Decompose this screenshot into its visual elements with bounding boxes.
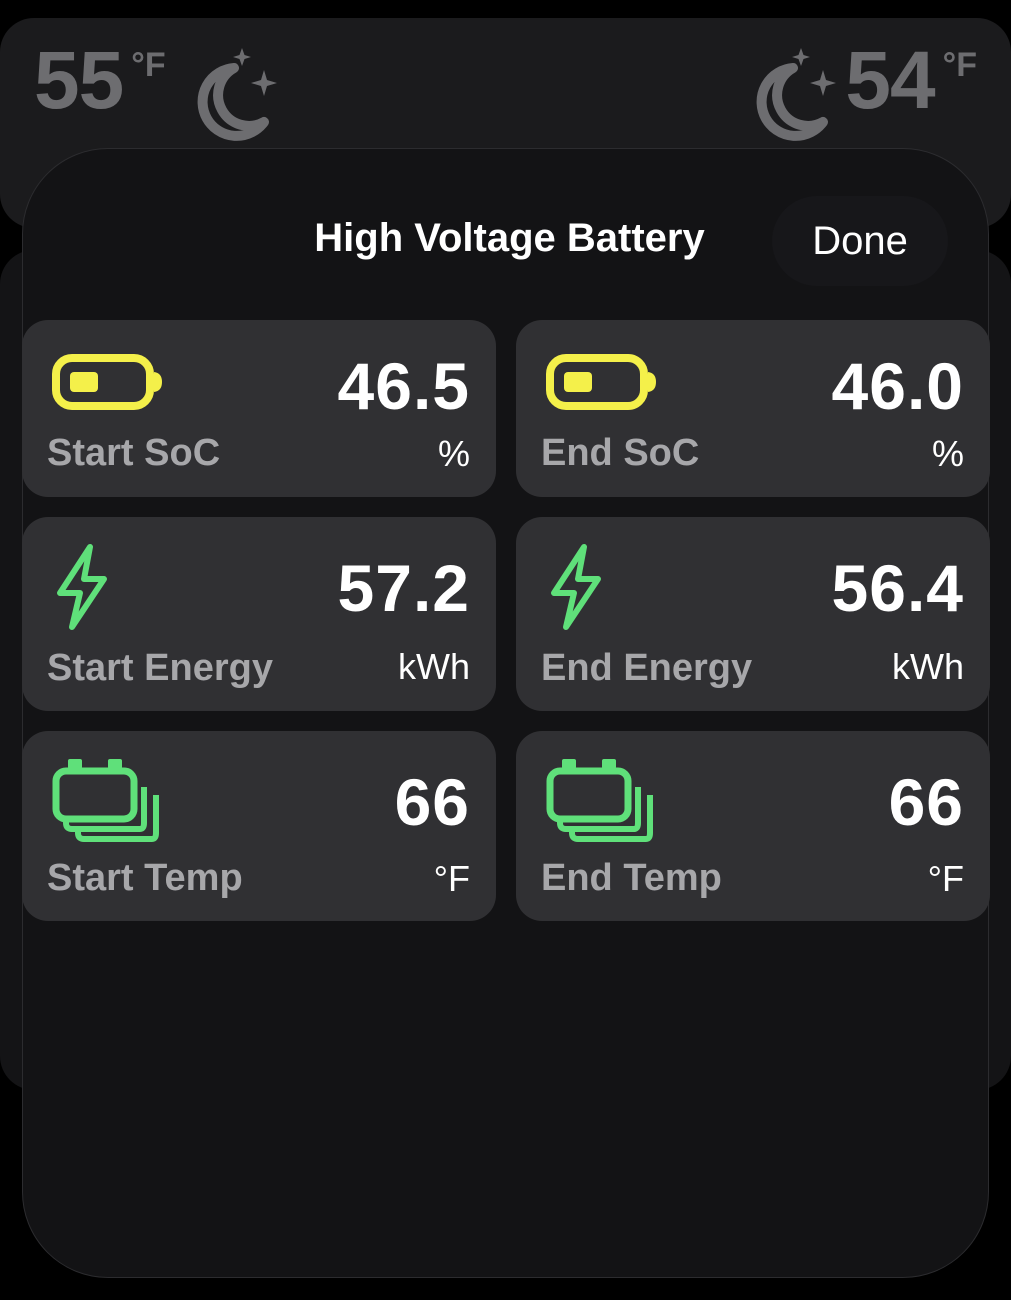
moon-stars-icon [756,48,837,141]
end-soc-tile: 46.0 End SoC % [516,320,990,497]
tile-label: End SoC [541,432,700,474]
tile-value: 46.5 [337,349,470,423]
tile-label: End Temp [541,857,722,899]
start-energy-tile: 57.2 Start Energy kWh [22,517,496,711]
bolt-icon [551,544,601,630]
tile-unit: °F [927,858,964,899]
tile-unit: kWh [398,646,470,687]
start-soc-tile: 46.5 Start SoC % [22,320,496,497]
tile-value: 57.2 [337,551,470,625]
end-temp-tile: 66 End Temp °F [516,731,990,921]
battery-icon [546,354,656,410]
start-temp-tile: 66 Start Temp °F [22,731,496,921]
tile-label: Start SoC [47,432,221,474]
moon-stars-icon [197,48,277,141]
tile-label: End Energy [541,647,753,689]
tile-unit: °F [433,858,470,899]
battery-icon [52,354,162,410]
tile-value: 66 [394,765,470,839]
done-button[interactable]: Done [772,196,948,286]
background-weather-left: 55 °F [34,40,282,144]
battery-stack-icon [52,759,159,842]
tile-unit: kWh [892,646,964,687]
weather-temp: 54 [845,35,935,126]
battery-stack-icon [546,759,653,842]
tile-value: 66 [888,765,964,839]
end-energy-tile: 56.4 End Energy kWh [516,517,990,711]
weather-unit: °F [131,46,166,84]
tile-label: Start Energy [47,647,273,689]
tile-unit: % [437,433,470,474]
battery-sheet [22,148,989,1278]
tile-value: 56.4 [831,551,964,625]
background-weather-right: 54 °F [741,40,977,144]
tile-label: Start Temp [47,857,243,899]
weather-unit: °F [942,46,977,84]
bolt-icon [57,544,107,630]
tile-unit: % [931,433,964,474]
weather-temp: 55 [34,35,124,126]
tile-value: 46.0 [831,349,964,423]
